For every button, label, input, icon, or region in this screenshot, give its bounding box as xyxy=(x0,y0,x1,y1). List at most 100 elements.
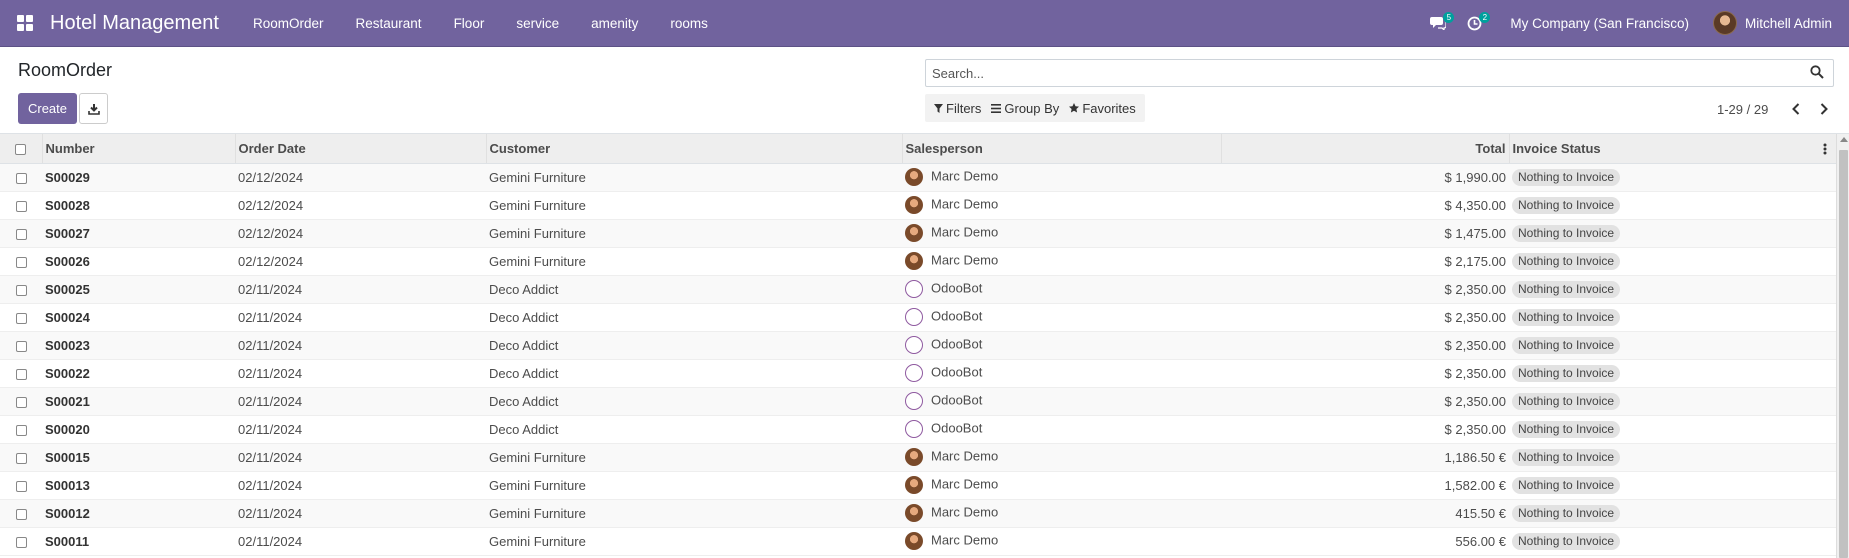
row-checkbox-cell[interactable] xyxy=(0,527,42,556)
search-input[interactable] xyxy=(925,59,1834,87)
table-row[interactable]: S00022 02/11/2024 Deco Addict OdooBot $ 2,35… xyxy=(0,359,1836,388)
row-checkbox[interactable] xyxy=(15,312,27,324)
row-checkbox[interactable] xyxy=(15,508,27,520)
row-checkbox[interactable] xyxy=(15,172,27,184)
filters-button[interactable]: Filters xyxy=(929,94,986,122)
favorites-button[interactable]: Favorites xyxy=(1064,94,1140,122)
row-checkbox-cell[interactable] xyxy=(0,303,42,332)
column-header-invoice-status[interactable]: Invoice Status xyxy=(1509,134,1837,164)
order-total: $ 1,990.00 xyxy=(1221,163,1509,192)
optional-columns-icon[interactable] xyxy=(1823,143,1827,155)
table-row[interactable]: S00027 02/12/2024 Gemini Furniture Marc Dem… xyxy=(0,219,1836,248)
column-header-customer[interactable]: Customer xyxy=(486,134,903,164)
row-checkbox[interactable] xyxy=(15,368,27,380)
salesperson-avatar xyxy=(905,224,923,242)
row-checkbox-cell[interactable] xyxy=(0,415,42,444)
menu-service[interactable]: service xyxy=(500,0,575,47)
export-button[interactable] xyxy=(79,93,108,124)
row-checkbox[interactable] xyxy=(15,480,27,492)
pager-next-button[interactable] xyxy=(1810,99,1838,119)
table-row[interactable]: S00012 02/11/2024 Gemini Furniture Marc Dem… xyxy=(0,499,1836,528)
invoice-status-badge: Nothing to Invoice xyxy=(1512,476,1621,494)
salesperson-name: Marc Demo xyxy=(931,252,999,268)
row-checkbox[interactable] xyxy=(15,256,27,268)
invoice-status-badge: Nothing to Invoice xyxy=(1512,448,1621,466)
user-menu[interactable]: Mitchell Admin xyxy=(1712,11,1849,35)
menu-floor[interactable]: Floor xyxy=(438,0,501,47)
customer-name: Deco Addict xyxy=(486,331,902,360)
row-checkbox[interactable] xyxy=(15,284,27,296)
column-header-total[interactable]: Total xyxy=(1221,134,1510,164)
row-checkbox[interactable] xyxy=(15,228,27,240)
row-checkbox-cell[interactable] xyxy=(0,387,42,416)
pager-previous-button[interactable] xyxy=(1782,99,1810,119)
table-row[interactable]: S00025 02/11/2024 Deco Addict OdooBot $ 2,35… xyxy=(0,275,1836,304)
menu-rooms[interactable]: rooms xyxy=(654,0,724,47)
row-checkbox[interactable] xyxy=(15,452,27,464)
menu-amenity[interactable]: amenity xyxy=(575,0,654,47)
table-row[interactable]: S00026 02/12/2024 Gemini Furniture Marc Dem… xyxy=(0,247,1836,276)
order-total: $ 4,350.00 xyxy=(1221,191,1509,220)
order-date: 02/11/2024 xyxy=(235,303,486,332)
invoice-status-cell: Nothing to Invoice xyxy=(1509,331,1836,360)
row-checkbox-cell[interactable] xyxy=(0,219,42,248)
pager-value[interactable]: 1-29 / 29 xyxy=(1717,102,1768,117)
row-checkbox[interactable] xyxy=(15,340,27,352)
row-checkbox[interactable] xyxy=(15,536,27,548)
table-row[interactable]: S00013 02/11/2024 Gemini Furniture Marc Dem… xyxy=(0,471,1836,500)
row-checkbox-cell[interactable] xyxy=(0,359,42,388)
order-total: 1,582.00 € xyxy=(1221,471,1509,500)
column-header-number[interactable]: Number xyxy=(42,134,236,164)
row-checkbox-cell[interactable] xyxy=(0,443,42,472)
column-header-order-date[interactable]: Order Date xyxy=(235,134,487,164)
menu-roomorder[interactable]: RoomOrder xyxy=(237,0,340,47)
select-all-checkbox[interactable] xyxy=(15,143,27,155)
invoice-status-badge: Nothing to Invoice xyxy=(1512,364,1621,382)
order-number: S00024 xyxy=(42,303,235,332)
row-checkbox-cell[interactable] xyxy=(0,331,42,360)
table-row[interactable]: S00011 02/11/2024 Gemini Furniture Marc Dem… xyxy=(0,527,1836,556)
table-row[interactable]: S00021 02/11/2024 Deco Addict OdooBot $ 2,35… xyxy=(0,387,1836,416)
invoice-status-cell: Nothing to Invoice xyxy=(1509,499,1836,528)
order-number: S00013 xyxy=(42,471,235,500)
salesperson-cell: Marc Demo xyxy=(902,443,1221,472)
row-checkbox-cell[interactable] xyxy=(0,471,42,500)
row-checkbox-cell[interactable] xyxy=(0,499,42,528)
activities-button[interactable]: 2 xyxy=(1456,0,1492,47)
vertical-scrollbar[interactable] xyxy=(1836,134,1849,558)
row-checkbox-cell[interactable] xyxy=(0,163,42,192)
table-row[interactable]: S00020 02/11/2024 Deco Addict OdooBot $ 2,35… xyxy=(0,415,1836,444)
messages-count-badge: 5 xyxy=(1443,11,1455,23)
invoice-status-badge: Nothing to Invoice xyxy=(1512,280,1621,298)
salesperson-cell: OdooBot xyxy=(902,415,1221,444)
select-all-checkbox-cell[interactable] xyxy=(0,134,43,164)
salesperson-name: OdooBot xyxy=(931,392,983,408)
salesperson-name: Marc Demo xyxy=(931,196,999,212)
app-brand[interactable]: Hotel Management xyxy=(50,12,219,35)
search-icon[interactable] xyxy=(1810,65,1824,79)
table-row[interactable]: S00023 02/11/2024 Deco Addict OdooBot $ 2,35… xyxy=(0,331,1836,360)
create-button[interactable]: Create xyxy=(18,93,77,124)
row-checkbox-cell[interactable] xyxy=(0,191,42,220)
column-header-salesperson[interactable]: Salesperson xyxy=(902,134,1222,164)
row-checkbox-cell[interactable] xyxy=(0,247,42,276)
apps-menu-icon[interactable] xyxy=(0,0,50,47)
order-date: 02/11/2024 xyxy=(235,415,486,444)
company-switcher[interactable]: My Company (San Francisco) xyxy=(1492,16,1713,31)
user-avatar xyxy=(1712,11,1737,35)
menu-restaurant[interactable]: Restaurant xyxy=(340,0,438,47)
table-row[interactable]: S00028 02/12/2024 Gemini Furniture Marc Dem… xyxy=(0,191,1836,220)
scrollbar-thumb[interactable] xyxy=(1839,150,1848,558)
row-checkbox[interactable] xyxy=(15,200,27,212)
table-row[interactable]: S00029 02/12/2024 Gemini Furniture Marc Dem… xyxy=(0,163,1836,192)
table-row[interactable]: S00015 02/11/2024 Gemini Furniture Marc Dem… xyxy=(0,443,1836,472)
row-checkbox-cell[interactable] xyxy=(0,275,42,304)
group-by-button[interactable]: Group By xyxy=(986,94,1064,122)
scroll-up-arrow-icon[interactable] xyxy=(1840,137,1848,142)
messages-button[interactable]: 5 xyxy=(1420,0,1456,47)
order-number: S00027 xyxy=(42,219,235,248)
row-checkbox[interactable] xyxy=(15,396,27,408)
odoobot-avatar xyxy=(905,392,923,410)
table-row[interactable]: S00024 02/11/2024 Deco Addict OdooBot $ 2,35… xyxy=(0,303,1836,332)
row-checkbox[interactable] xyxy=(15,424,27,436)
